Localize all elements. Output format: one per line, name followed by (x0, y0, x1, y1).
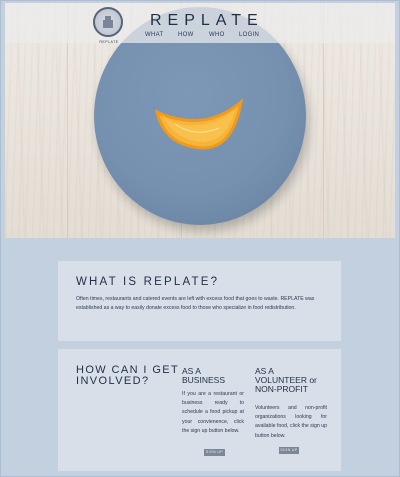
logo-emblem (93, 7, 123, 37)
volunteer-heading-line3: NON-PROFIT (255, 384, 308, 394)
business-heading-line2: BUSINESS (182, 375, 225, 385)
volunteer-description: Volunteers and non-profit organizations … (255, 405, 327, 439)
orange-slice-image (155, 98, 244, 150)
nav-link-how[interactable]: HOW (178, 32, 194, 38)
what-description: Often times, restaurants and catered eve… (76, 296, 315, 311)
volunteer-signup-button[interactable]: SIGN UP (279, 447, 299, 454)
logo-text: REPLATE (99, 40, 119, 44)
business-description: If you are a restaurant or business read… (182, 391, 244, 434)
involved-heading: HOW CAN I GET INVOLVED? (76, 365, 186, 387)
replate-logo[interactable]: REPLATE (91, 7, 127, 47)
what-heading: WHAT IS REPLATE? (76, 276, 220, 288)
what-is-replate-section: WHAT IS REPLATE? Often times, restaurant… (58, 261, 341, 341)
involved-heading-line2: INVOLVED? (76, 375, 150, 387)
logo-building-icon (103, 16, 113, 28)
get-involved-section: HOW CAN I GET INVOLVED? AS A BUSINESS If… (58, 349, 341, 471)
nav-link-login[interactable]: LOGIN (239, 32, 259, 38)
business-signup-button[interactable]: SIGN UP (204, 449, 225, 456)
nav-link-what[interactable]: WHAT (145, 32, 163, 38)
brand-title: REPLATE (150, 12, 264, 29)
hero-banner: REPLATE REPLATE WHAT HOW WHO LOGIN (5, 3, 395, 238)
volunteer-heading: AS A VOLUNTEER or NON-PROFIT (255, 367, 317, 394)
business-heading: AS A BUSINESS (182, 367, 225, 385)
nav-link-who[interactable]: WHO (209, 32, 225, 38)
